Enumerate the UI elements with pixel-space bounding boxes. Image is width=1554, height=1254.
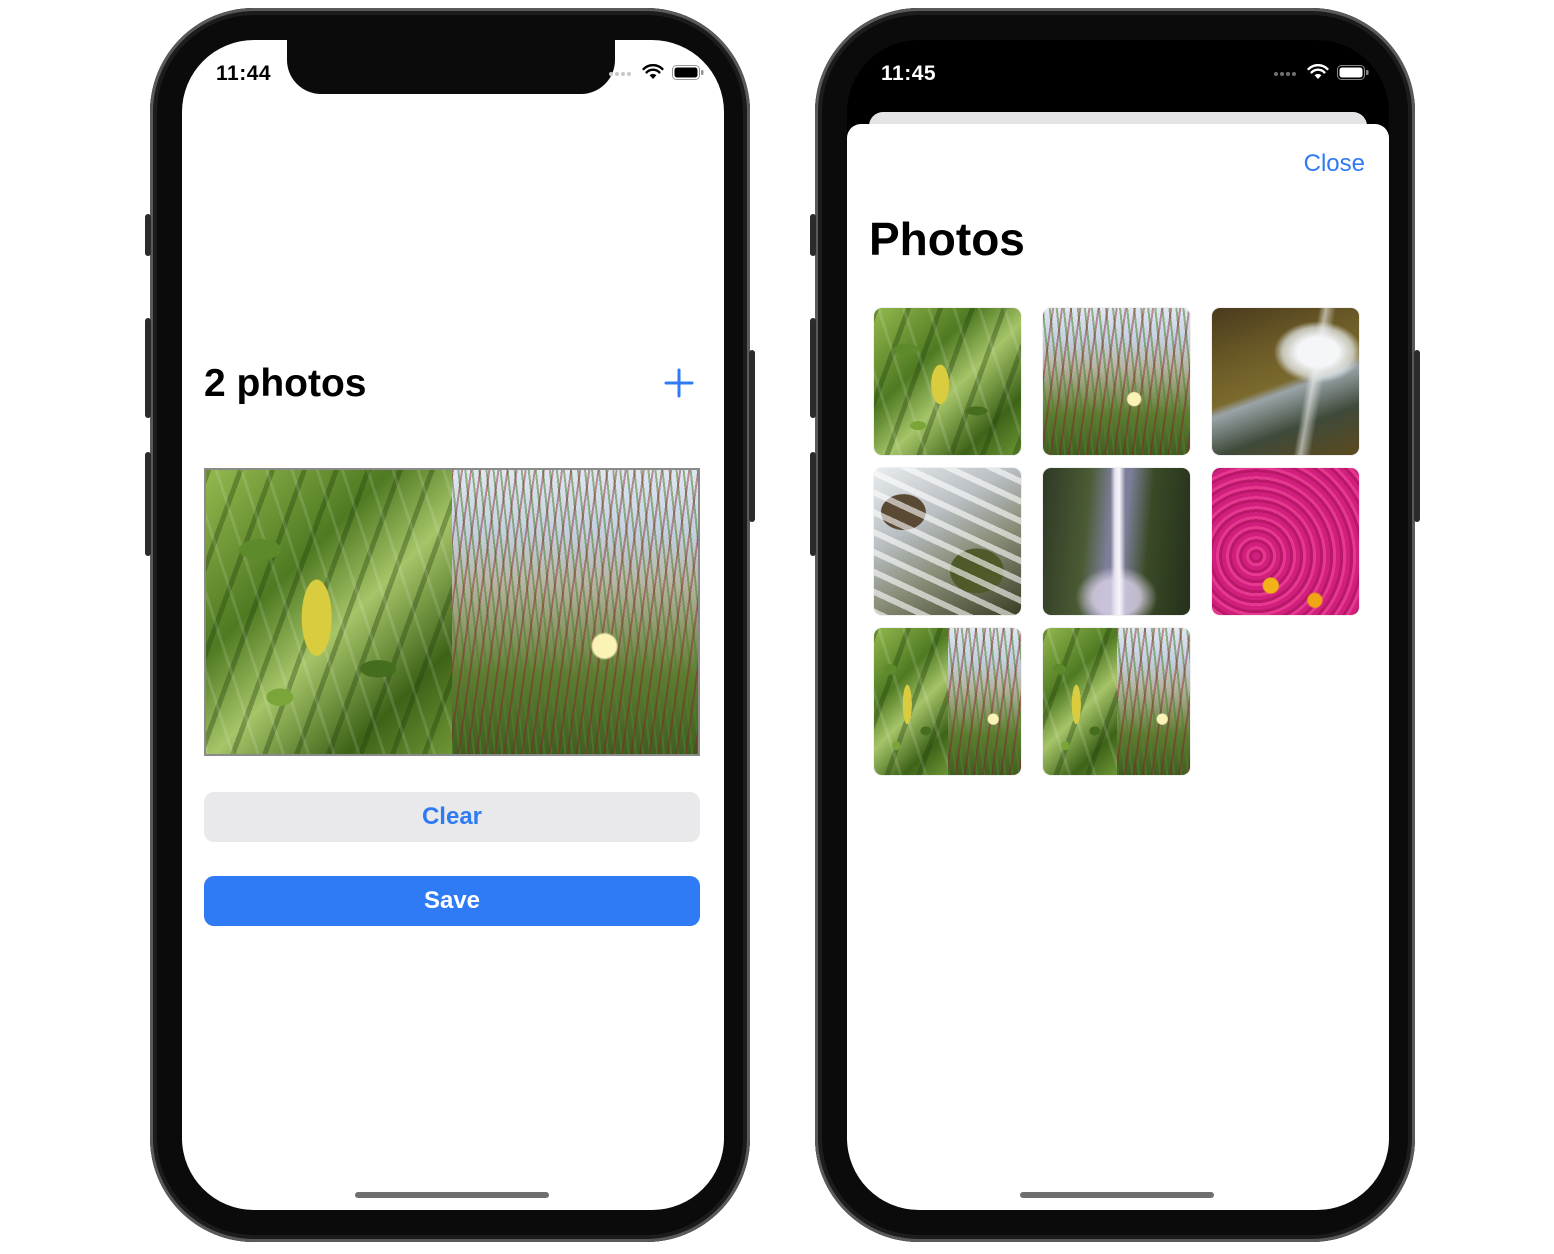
home-indicator <box>355 1192 549 1198</box>
cellular-signal-icon <box>609 72 631 76</box>
collage-left-half <box>1043 628 1117 775</box>
status-icons <box>1273 64 1369 80</box>
power-button <box>749 350 755 522</box>
battery-icon <box>1337 64 1369 80</box>
wifi-icon <box>1307 64 1329 79</box>
home-indicator <box>1020 1192 1214 1198</box>
collage-left-half <box>874 628 948 775</box>
thumbnail-tall-waterfall[interactable] <box>1043 468 1190 615</box>
wifi-icon <box>642 64 664 79</box>
thumbnail-pink-flowers[interactable] <box>1212 468 1359 615</box>
phone-left: 11:44 2 photos Clear Save <box>145 8 755 1242</box>
battery-icon <box>672 64 704 80</box>
volume-down-button <box>810 452 816 556</box>
thumbnail-leaf[interactable] <box>874 308 1021 455</box>
volume-up-button <box>145 318 151 418</box>
photo-count-title: 2 photos <box>204 362 367 405</box>
status-icons <box>608 64 704 80</box>
notch <box>287 40 615 94</box>
collage-right-half <box>947 628 1021 775</box>
silent-switch <box>810 214 816 256</box>
volume-up-button <box>810 318 816 418</box>
photo-grid <box>874 308 1359 775</box>
leaf-photo <box>206 470 452 754</box>
thumbnail-dune-flower[interactable] <box>1043 308 1190 455</box>
clear-button[interactable]: Clear <box>204 792 700 842</box>
status-time: 11:45 <box>881 62 937 85</box>
photos-title: Photos <box>869 213 1025 265</box>
thumbnail-stream-rocks[interactable] <box>874 468 1021 615</box>
plus-icon[interactable] <box>664 368 694 398</box>
save-button[interactable]: Save <box>204 876 700 926</box>
close-button[interactable]: Close <box>1304 150 1365 178</box>
phone-right: 11:45 Close Photos <box>810 8 1420 1242</box>
screen: 11:45 Close Photos <box>847 40 1389 1210</box>
screen: 11:44 2 photos Clear Save <box>182 40 724 1210</box>
photos-sheet: Close Photos <box>847 124 1389 1210</box>
photo-collage <box>204 468 700 756</box>
power-button <box>1414 350 1420 522</box>
cellular-signal-icon <box>1274 72 1296 76</box>
thumbnail-collage[interactable] <box>874 628 1021 775</box>
thumbnail-collage[interactable] <box>1043 628 1190 775</box>
dune-flower-photo <box>452 470 698 754</box>
volume-down-button <box>145 452 151 556</box>
thumbnail-cliff-waterfall[interactable] <box>1212 308 1359 455</box>
collage-right-half <box>1116 628 1190 775</box>
silent-switch <box>145 214 151 256</box>
status-time: 11:44 <box>216 62 272 85</box>
